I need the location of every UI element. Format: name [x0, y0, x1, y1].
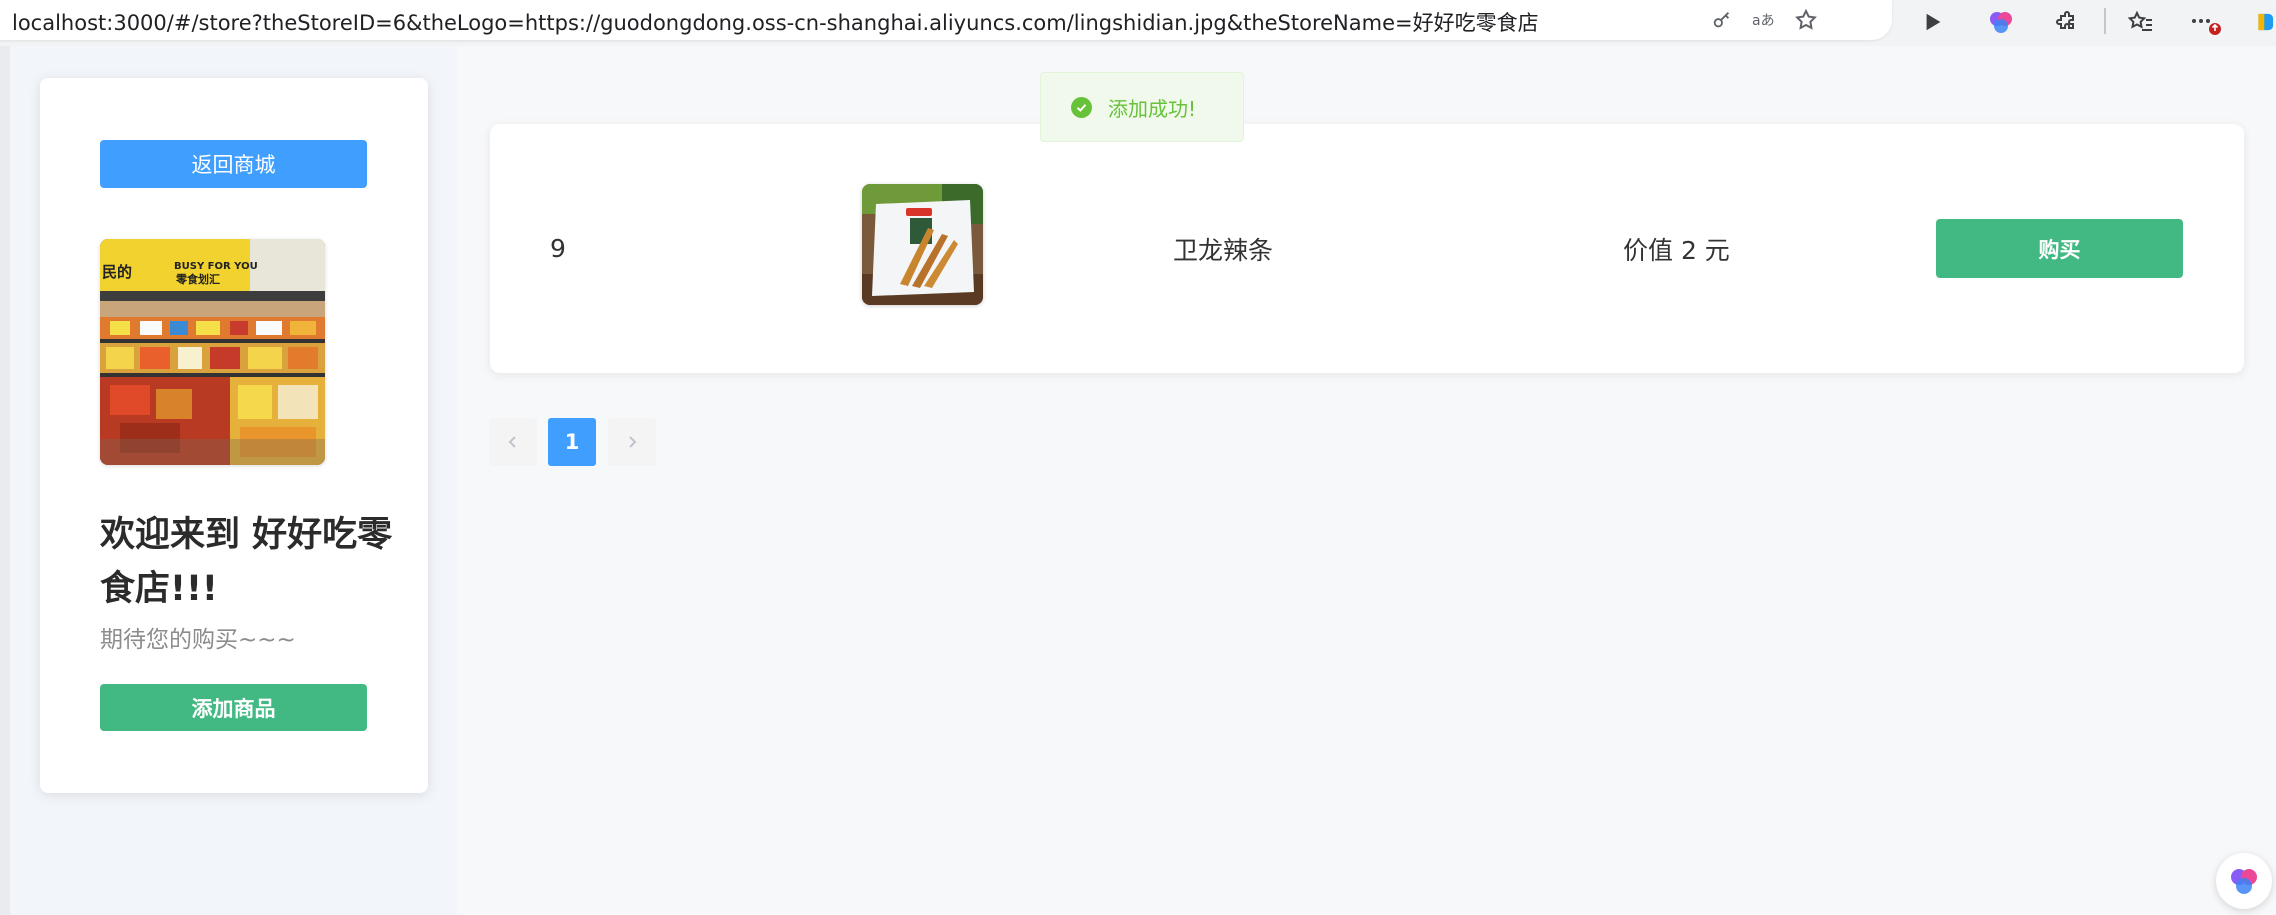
- welcome-subtitle: 期待您的购买~~~: [100, 627, 296, 653]
- product-row: 9 卫龙辣条 价值 2 元 购买: [490, 124, 2244, 373]
- window-edge: [0, 46, 10, 915]
- svg-text:aあ: aあ: [1752, 13, 1775, 29]
- address-bar[interactable]: localhost:3000/#/store?theStoreID=6&theL…: [0, 0, 1892, 40]
- product-name: 卫龙辣条: [1173, 235, 1274, 265]
- buy-button[interactable]: 购买: [1936, 219, 2183, 278]
- key-icon[interactable]: [1706, 4, 1738, 36]
- product-price: 价值 2 元: [1623, 235, 1730, 265]
- browser-toolbar: localhost:3000/#/store?theStoreID=6&theL…: [0, 0, 2276, 46]
- copilot-icon[interactable]: [2254, 4, 2276, 40]
- brain-extension-icon[interactable]: [1983, 4, 2019, 40]
- product-id: 9: [550, 234, 566, 263]
- pagination-prev-button[interactable]: [489, 418, 537, 466]
- check-circle-icon: [1071, 96, 1092, 118]
- extensions-puzzle-icon[interactable]: [2049, 4, 2085, 40]
- more-menu-icon[interactable]: [2188, 4, 2224, 40]
- favorite-star-icon[interactable]: [1790, 4, 1822, 36]
- back-to-mall-button[interactable]: 返回商城: [100, 140, 367, 188]
- pagination-page-1[interactable]: 1: [548, 418, 596, 466]
- product-image: [862, 184, 983, 305]
- svg-text:民的: 民的: [102, 263, 132, 281]
- toolbar-divider: [2104, 8, 2106, 34]
- floating-assistant-button[interactable]: [2216, 853, 2272, 909]
- add-product-button[interactable]: 添加商品: [100, 684, 367, 731]
- toast-message: 添加成功!: [1108, 96, 1197, 121]
- chevron-right-icon: [629, 436, 637, 448]
- chevron-left-icon: [508, 436, 516, 448]
- media-play-icon[interactable]: [1915, 4, 1951, 40]
- pagination-next-button[interactable]: [608, 418, 656, 466]
- svg-text:零食划汇: 零食划汇: [175, 272, 220, 286]
- brain-icon: [2231, 869, 2257, 894]
- svg-text:BUSY FOR YOU: BUSY FOR YOU: [174, 261, 258, 272]
- favorites-list-icon[interactable]: [2122, 4, 2158, 40]
- store-info-card: 返回商城 民的 BUSY FOR YOU 零食划汇 欢迎来到 好好吃零食店!!!…: [40, 78, 428, 793]
- welcome-title: 欢迎来到 好好吃零食店!!!: [100, 515, 393, 609]
- success-toast: 添加成功!: [1040, 72, 1244, 142]
- store-logo-image: 民的 BUSY FOR YOU 零食划汇: [100, 239, 325, 465]
- read-aloud-icon[interactable]: aあ: [1748, 4, 1780, 36]
- url-text[interactable]: localhost:3000/#/store?theStoreID=6&theL…: [12, 7, 1539, 37]
